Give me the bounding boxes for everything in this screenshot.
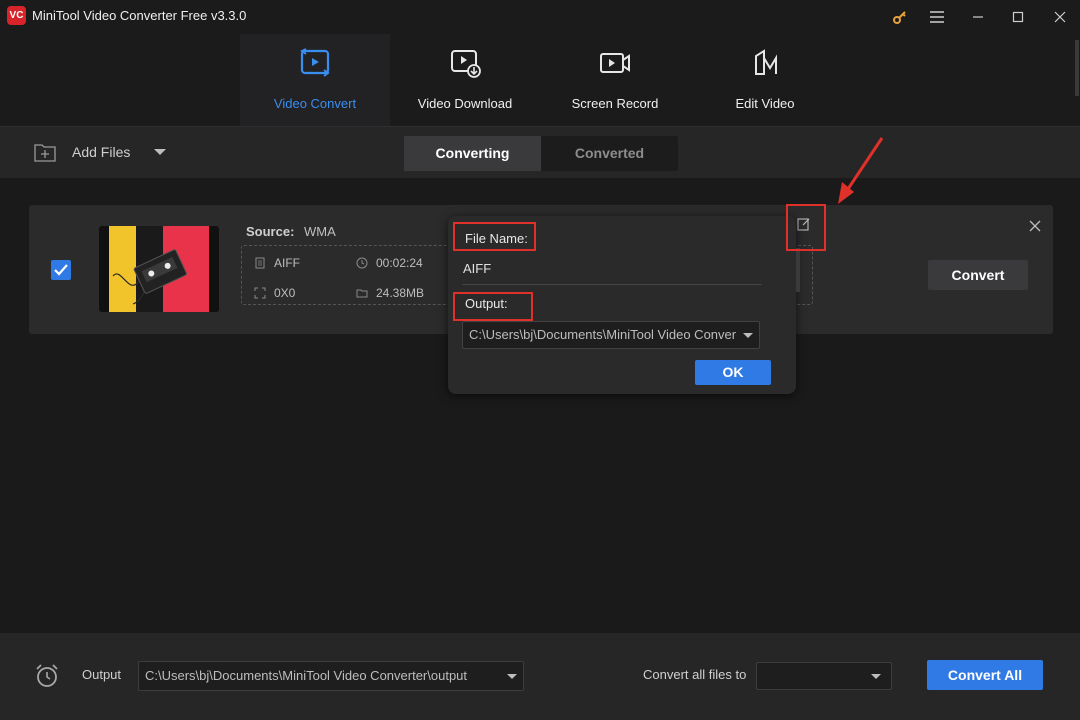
add-files-button[interactable]: Add Files bbox=[34, 142, 130, 162]
popup-scrollbar[interactable] bbox=[796, 248, 800, 292]
cassette-thumbnail-image bbox=[99, 226, 219, 312]
duration-info: 00:02:24 bbox=[356, 256, 423, 270]
footer-output-path-select[interactable]: C:\Users\bj\Documents\MiniTool Video Con… bbox=[138, 661, 524, 691]
video-convert-icon bbox=[300, 48, 330, 77]
main-nav: Video Convert Video Download Screen Reco… bbox=[0, 34, 1080, 126]
resolution-icon bbox=[254, 287, 266, 299]
checkmark-icon bbox=[54, 264, 68, 276]
convert-all-files-select[interactable] bbox=[756, 662, 892, 690]
video-download-icon bbox=[451, 50, 481, 78]
annotation-arrow-icon bbox=[838, 137, 884, 204]
tab-edit-video[interactable]: Edit Video bbox=[690, 34, 840, 126]
chevron-down-icon bbox=[507, 674, 517, 679]
resolution-value: 0X0 bbox=[274, 286, 296, 300]
size-value: 24.38MB bbox=[376, 286, 425, 300]
tab-label: Video Convert bbox=[273, 96, 357, 111]
footer-bar: Output C:\Users\bj\Documents\MiniTool Vi… bbox=[0, 633, 1080, 720]
title-bar: VC MiniTool Video Converter Free v3.3.0 bbox=[0, 0, 1080, 34]
tab-video-download[interactable]: Video Download bbox=[390, 34, 540, 126]
footer-output-path-value: C:\Users\bj\Documents\MiniTool Video Con… bbox=[145, 668, 468, 683]
convert-button[interactable]: Convert bbox=[928, 260, 1028, 290]
ok-button[interactable]: OK bbox=[695, 360, 771, 385]
app-logo: VC bbox=[7, 6, 26, 25]
add-file-icon bbox=[34, 144, 56, 162]
edit-video-icon bbox=[755, 49, 777, 75]
remove-file-icon[interactable] bbox=[1028, 219, 1042, 233]
tab-converted[interactable]: Converted bbox=[541, 136, 678, 171]
format-value: AIFF bbox=[274, 256, 300, 270]
file-format-icon bbox=[255, 257, 265, 269]
key-icon[interactable] bbox=[880, 0, 920, 34]
minimize-icon[interactable] bbox=[958, 0, 998, 34]
chevron-down-icon bbox=[871, 674, 881, 679]
screen-record-icon bbox=[600, 53, 630, 73]
tab-converting[interactable]: Converting bbox=[404, 136, 541, 171]
tab-label: Edit Video bbox=[735, 96, 795, 111]
app-title: MiniTool Video Converter Free v3.3.0 bbox=[32, 8, 247, 23]
file-thumbnail bbox=[99, 226, 219, 312]
format-info: AIFF bbox=[254, 256, 300, 270]
edit-icon-highlight bbox=[786, 204, 826, 251]
chevron-down-icon bbox=[743, 333, 753, 338]
tab-label: Video Download bbox=[417, 96, 513, 111]
close-window-icon[interactable] bbox=[1040, 0, 1080, 34]
tab-screen-record[interactable]: Screen Record bbox=[540, 34, 690, 126]
source-format: WMA bbox=[304, 224, 336, 239]
convert-all-button[interactable]: Convert All bbox=[927, 660, 1043, 690]
file-checkbox[interactable] bbox=[51, 260, 71, 280]
convert-all-files-label: Convert all files to bbox=[643, 667, 747, 682]
tab-video-convert[interactable]: Video Convert bbox=[240, 34, 390, 126]
window-scrollbar[interactable] bbox=[1075, 40, 1079, 96]
add-files-label: Add Files bbox=[72, 144, 131, 160]
file-name-underline bbox=[462, 284, 762, 285]
alarm-clock-icon[interactable] bbox=[34, 663, 60, 689]
size-info: 24.38MB bbox=[356, 286, 424, 300]
footer-output-label: Output bbox=[82, 667, 122, 682]
source-label: Source: bbox=[246, 224, 295, 239]
resolution-info: 0X0 bbox=[254, 286, 295, 300]
folder-icon bbox=[356, 289, 368, 298]
duration-value: 00:02:24 bbox=[376, 256, 423, 270]
conversion-segment: Converting Converted bbox=[404, 136, 678, 171]
add-files-dropdown-icon[interactable] bbox=[154, 149, 166, 155]
menu-icon[interactable] bbox=[917, 0, 957, 34]
file-name-input[interactable]: AIFF bbox=[463, 261, 491, 276]
output-highlight bbox=[453, 292, 533, 321]
toolbar: Add Files Converting Converted bbox=[0, 126, 1080, 178]
maximize-icon[interactable] bbox=[998, 0, 1038, 34]
file-name-highlight bbox=[453, 222, 536, 251]
output-path-select[interactable]: C:\Users\bj\Documents\MiniTool Video Con… bbox=[462, 321, 760, 349]
tab-label: Screen Record bbox=[571, 96, 659, 111]
output-path-value: C:\Users\bj\Documents\MiniTool Video Con… bbox=[469, 327, 737, 342]
clock-icon bbox=[356, 257, 368, 269]
